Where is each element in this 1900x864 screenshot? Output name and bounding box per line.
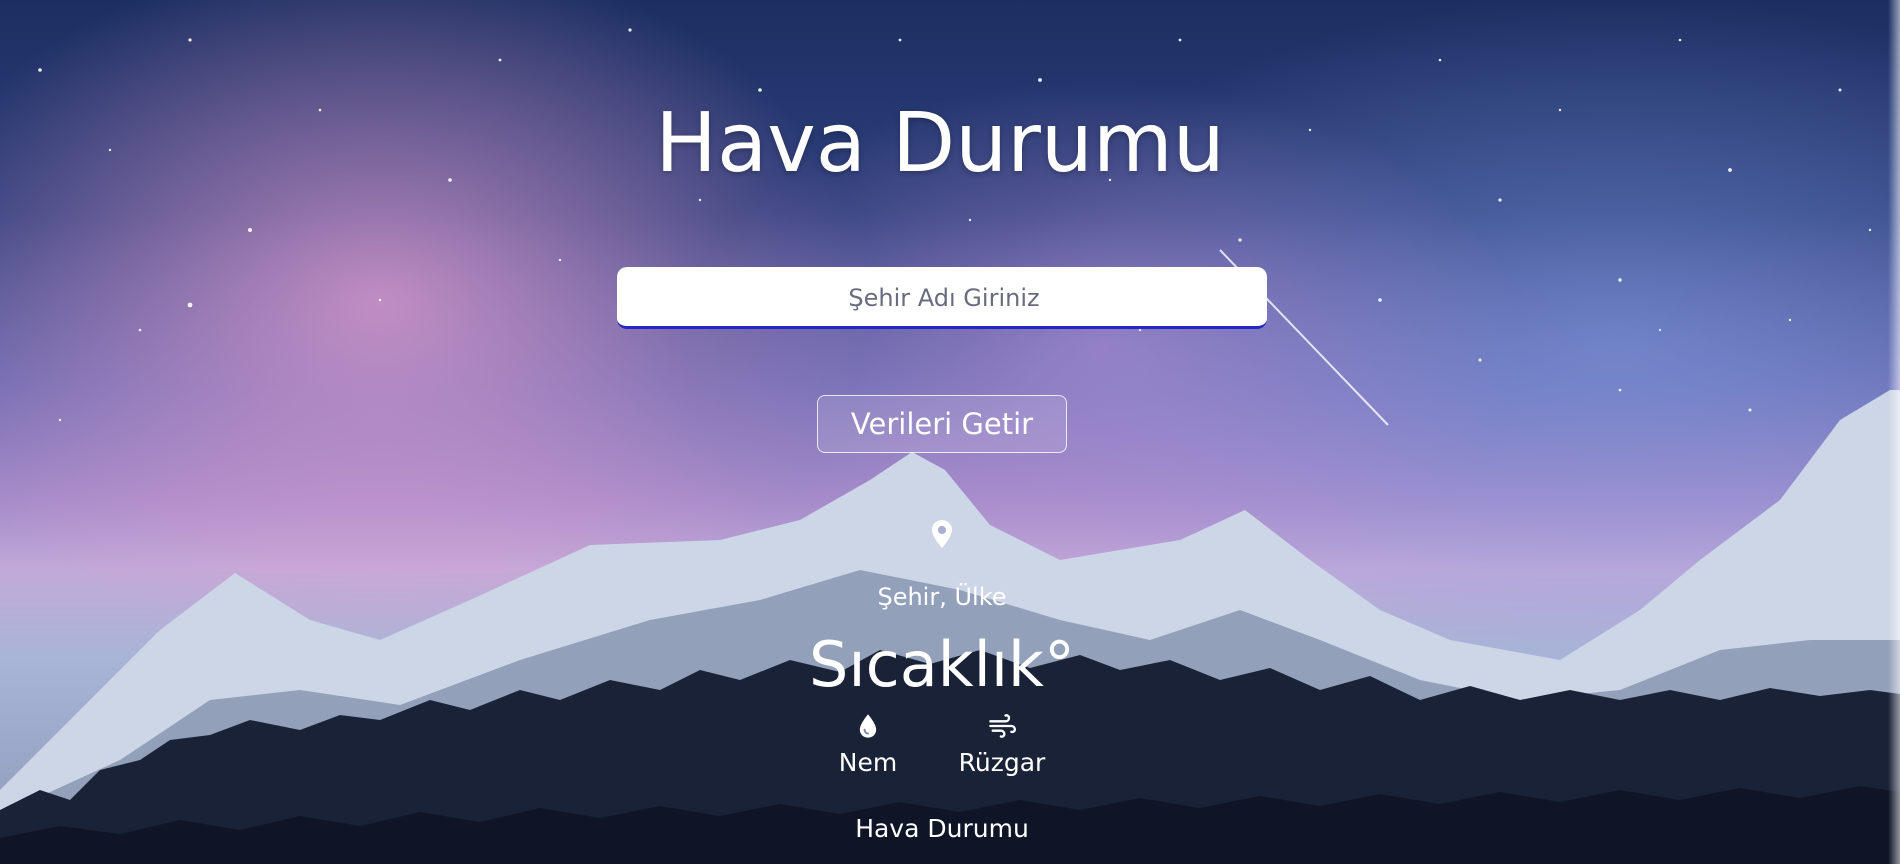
humidity-label: Nem [838,748,898,777]
humidity-stat: Nem [808,712,928,777]
city-search-box [617,267,1271,329]
fetch-data-button[interactable]: Verileri Getir [817,395,1067,453]
wind-icon [989,714,1016,738]
water-drop-icon [859,714,877,738]
weather-content: Hava Durumu Verileri Getir Şehir, Ülke S… [0,0,1900,864]
city-search-input[interactable] [617,267,1271,328]
weather-app-page: Hava Durumu Verileri Getir Şehir, Ülke S… [0,0,1900,864]
temperature-text: Sıcaklık° [809,628,1075,701]
page-title: Hava Durumu [655,96,1225,191]
location-text: Şehir, Ülke [877,583,1007,611]
scrollbar-edge[interactable] [1888,0,1900,864]
weather-description: Hava Durumu [855,814,1029,843]
wind-stat: Rüzgar [942,712,1062,777]
location-pin-icon [932,520,952,548]
wind-label: Rüzgar [958,748,1046,777]
